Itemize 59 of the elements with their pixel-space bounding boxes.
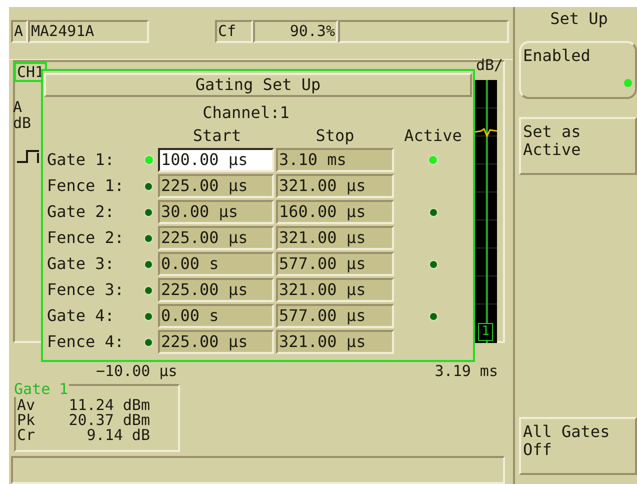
start-time-field[interactable]: 225.00 μs [158,226,274,250]
cf-label: Cf [215,20,253,43]
softkey-button[interactable]: All Gates Off [519,417,637,475]
readout-value: 20.37 dBm [68,413,151,428]
axis-start-label: −10.00 μs [96,363,178,379]
start-time-field[interactable]: 30.00 μs [158,200,274,224]
select-indicator-icon[interactable] [145,260,152,268]
start-time-field[interactable]: 225.00 μs [158,278,274,302]
dialog-title: Gating Set Up [44,73,472,97]
select-indicator-icon[interactable] [145,312,152,320]
row-label: Fence 1: [46,175,126,197]
readout-value: 9.14 dB [86,428,151,443]
column-header: Active [403,125,463,147]
column-header: Stop [314,125,356,147]
select-indicator-icon[interactable] [145,208,152,216]
start-time-field[interactable]: 100.00 μs [158,148,274,172]
cf-value: 90.3% [253,20,338,43]
select-indicator-icon[interactable] [145,182,152,190]
stop-time-field[interactable]: 160.00 μs [276,200,394,224]
axis-label: A [13,100,22,115]
row-label: Fence 2: [46,227,126,249]
row-label: Gate 3: [46,253,116,275]
start-time-field[interactable]: 0.00 s [158,304,274,328]
stop-time-field[interactable]: 3.10 ms [276,148,394,172]
row-label: Fence 3: [46,279,126,301]
enabled-toggle-button[interactable]: Enabled [519,41,637,99]
row-label: Fence 4: [46,331,126,353]
start-time-field[interactable]: 225.00 μs [158,330,274,354]
stop-time-field[interactable]: 321.00 μs [276,330,394,354]
stop-time-field[interactable]: 321.00 μs [276,174,394,198]
channel-heading: Channel:1 [202,102,290,124]
scale-label: dB/ [476,59,504,71]
softkey-title: Set Up [549,8,609,30]
channel-label: A [11,20,28,43]
row-label: Gate 2: [46,201,116,223]
start-time-field[interactable]: 225.00 μs [158,174,274,198]
stop-time-field[interactable]: 577.00 μs [276,304,394,328]
start-time-field[interactable]: 0.00 s [158,252,274,276]
select-indicator-icon[interactable] [145,338,152,346]
column-header: Start [192,125,242,147]
select-indicator-icon[interactable] [145,234,152,242]
axis-label: dB [13,116,32,131]
row-label: Gate 1: [46,149,116,171]
stop-time-field[interactable]: 321.00 μs [276,226,394,250]
readout-value: 11.24 dBm [68,398,151,413]
select-indicator-icon[interactable] [145,286,152,294]
waveform-trace [475,128,497,138]
sensor-model: MA2491A [28,20,149,43]
stop-time-field[interactable]: 577.00 μs [276,252,394,276]
readout-label: Av [17,398,36,413]
softkey-button[interactable]: Set as Active [519,117,637,175]
readout-label: Cr [17,428,36,443]
marker-tag: 1 [478,323,493,341]
axis-end-label: 3.19 ms [434,363,498,379]
step-icon [17,148,41,164]
stop-time-field[interactable]: 321.00 μs [276,278,394,302]
row-label: Gate 4: [46,305,116,327]
readout-title: Gate 1 [14,382,70,397]
readout-label: Pk [17,413,36,428]
